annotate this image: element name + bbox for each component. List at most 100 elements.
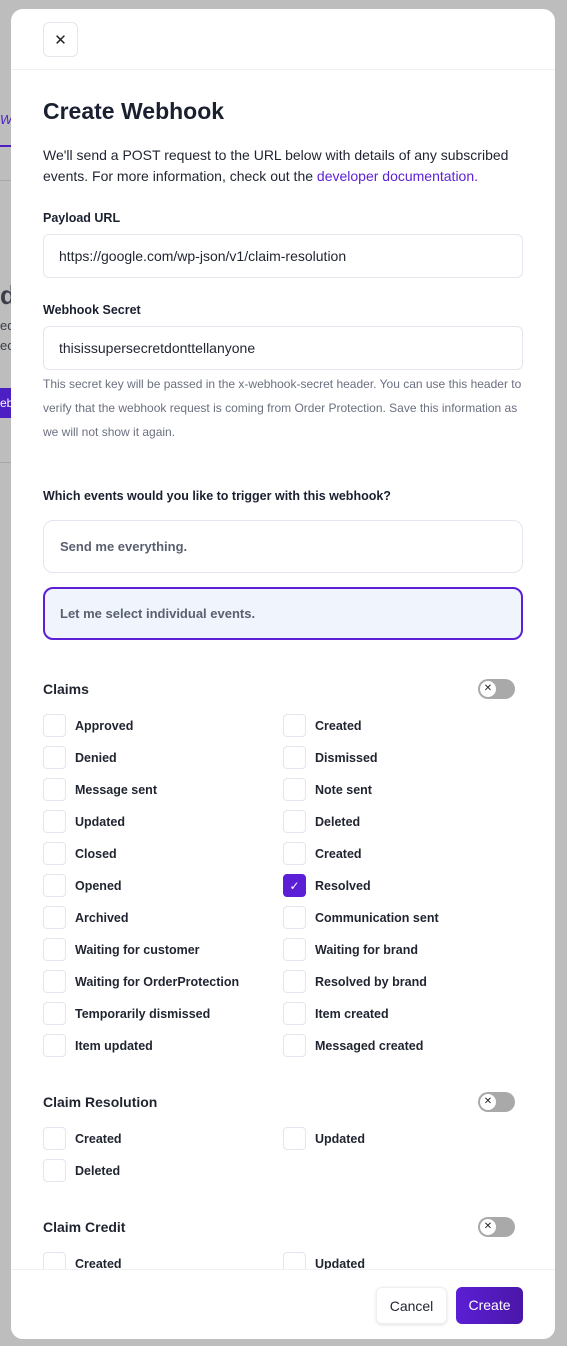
modal-footer: Cancel Create xyxy=(11,1269,555,1339)
event-checkbox-item[interactable]: Updated xyxy=(283,1252,523,1269)
event-checkbox-item[interactable]: Waiting for brand xyxy=(283,938,523,961)
checkbox-label: Item created xyxy=(315,1006,389,1021)
event-checkbox-item[interactable]: Item updated xyxy=(43,1034,283,1057)
checkbox-label: Note sent xyxy=(315,782,372,797)
checkbox-label: Created xyxy=(75,1131,122,1146)
background-button: eb xyxy=(0,388,11,418)
event-checkbox-item[interactable]: Waiting for OrderProtection xyxy=(43,970,283,993)
checkbox[interactable] xyxy=(43,746,66,769)
checkbox-label: Updated xyxy=(315,1256,365,1270)
payload-url-label: Payload URL xyxy=(43,211,121,225)
checkbox[interactable] xyxy=(43,1252,66,1269)
section-title: Claims xyxy=(43,681,89,697)
checkbox[interactable]: ✓ xyxy=(283,874,306,897)
event-checkbox-item[interactable]: Messaged created xyxy=(283,1034,523,1057)
event-checkbox-item[interactable]: Created xyxy=(283,842,523,865)
checkbox-label: Created xyxy=(315,846,362,861)
event-checkbox-item[interactable]: Opened xyxy=(43,874,283,897)
close-button[interactable]: ✕ xyxy=(43,22,78,57)
create-button[interactable]: Create xyxy=(456,1287,523,1324)
checkbox[interactable] xyxy=(43,714,66,737)
checkbox[interactable] xyxy=(43,1159,66,1182)
section-toggle[interactable]: ✕ xyxy=(478,679,515,699)
close-icon: ✕ xyxy=(54,31,67,49)
event-grid: Approved Created Denied Dismissed Message se… xyxy=(43,714,523,1057)
description: We'll send a POST request to the URL bel… xyxy=(43,147,509,184)
event-checkbox-item[interactable]: Created xyxy=(43,1127,283,1150)
section-toggle[interactable]: ✕ xyxy=(478,1092,515,1112)
checkbox[interactable] xyxy=(283,906,306,929)
checkbox[interactable] xyxy=(43,1002,66,1025)
checkbox[interactable] xyxy=(43,906,66,929)
checkbox-label: Waiting for brand xyxy=(315,942,418,957)
checkbox-label: Messaged created xyxy=(315,1038,424,1053)
section-header: Claim Credit ✕ xyxy=(43,1214,523,1240)
event-checkbox-item[interactable]: Message sent xyxy=(43,778,283,801)
checkbox-label: Updated xyxy=(315,1131,365,1146)
event-checkbox-item[interactable]: Closed xyxy=(43,842,283,865)
option-select-individual[interactable]: Let me select individual events. xyxy=(43,587,523,640)
checkbox-label: Message sent xyxy=(75,782,157,797)
checkbox[interactable] xyxy=(283,842,306,865)
checkbox-label: Temporarily dismissed xyxy=(75,1006,211,1021)
checkbox-label: Created xyxy=(75,1256,122,1270)
checkbox-label: Created xyxy=(315,718,362,733)
event-checkbox-item[interactable]: Created xyxy=(43,1252,283,1269)
event-checkbox-item[interactable]: Archived xyxy=(43,906,283,929)
checkbox-label: Denied xyxy=(75,750,117,765)
event-checkbox-item[interactable]: Dismissed xyxy=(283,746,523,769)
event-checkbox-item[interactable]: Deleted xyxy=(283,810,523,833)
event-checkbox-item[interactable]: Note sent xyxy=(283,778,523,801)
event-checkbox-item[interactable]: Denied xyxy=(43,746,283,769)
option-send-everything[interactable]: Send me everything. xyxy=(43,520,523,573)
checkbox[interactable] xyxy=(43,810,66,833)
events-question: Which events would you like to trigger w… xyxy=(43,489,391,503)
checkbox[interactable] xyxy=(43,842,66,865)
webhook-secret-label: Webhook Secret xyxy=(43,303,141,317)
developer-documentation-link[interactable]: developer documentation. xyxy=(317,168,478,184)
event-checkbox-item[interactable]: Resolved by brand xyxy=(283,970,523,993)
checkbox[interactable] xyxy=(283,1127,306,1150)
event-grid: Created Updated Deleted xyxy=(43,1127,523,1182)
event-checkbox-item[interactable]: Updated xyxy=(283,1127,523,1150)
checkbox[interactable] xyxy=(283,714,306,737)
checkbox[interactable] xyxy=(43,938,66,961)
event-checkbox-item[interactable]: ✓ Resolved xyxy=(283,874,523,897)
checkbox[interactable] xyxy=(283,1034,306,1057)
section-toggle[interactable]: ✕ xyxy=(478,1217,515,1237)
event-checkbox-item[interactable]: Approved xyxy=(43,714,283,737)
event-checkbox-item[interactable]: Updated xyxy=(43,810,283,833)
payload-url-input[interactable]: https://google.com/wp-json/v1/claim-reso… xyxy=(43,234,523,278)
modal-title: Create Webhook xyxy=(43,98,225,124)
checkbox[interactable] xyxy=(43,1127,66,1150)
event-checkbox-item[interactable]: Created xyxy=(283,714,523,737)
checkbox[interactable] xyxy=(43,874,66,897)
checkbox-label: Archived xyxy=(75,910,129,925)
checkbox[interactable] xyxy=(43,778,66,801)
checkbox[interactable] xyxy=(283,1002,306,1025)
checkbox-label: Deleted xyxy=(315,814,361,829)
event-section: Claim Credit ✕ Created Updated xyxy=(43,1214,523,1269)
checkbox[interactable] xyxy=(283,778,306,801)
event-checkbox-item[interactable]: Item created xyxy=(283,1002,523,1025)
checkbox[interactable] xyxy=(43,970,66,993)
checkbox[interactable] xyxy=(283,810,306,833)
checkbox[interactable] xyxy=(283,746,306,769)
modal-body[interactable]: Create Webhook We'll send a POST request… xyxy=(11,70,555,1269)
checkbox-label: Resolved xyxy=(315,878,371,893)
checkbox[interactable] xyxy=(43,1034,66,1057)
section-title: Claim Resolution xyxy=(43,1094,158,1110)
checkbox[interactable] xyxy=(283,970,306,993)
modal-header: ✕ xyxy=(11,9,555,70)
event-checkbox-item[interactable]: Communication sent xyxy=(283,906,523,929)
section-header: Claim Resolution ✕ xyxy=(43,1089,523,1115)
checkbox[interactable] xyxy=(283,938,306,961)
webhook-secret-input[interactable]: thisissupersecretdonttellanyone xyxy=(43,326,523,370)
event-checkbox-item[interactable]: Waiting for customer xyxy=(43,938,283,961)
create-webhook-modal: ✕ Create Webhook We'll send a POST reque… xyxy=(11,9,555,1339)
checkbox[interactable] xyxy=(283,1252,306,1269)
checkbox-label: Approved xyxy=(75,718,134,733)
event-checkbox-item[interactable]: Deleted xyxy=(43,1159,283,1182)
cancel-button[interactable]: Cancel xyxy=(376,1287,447,1324)
event-checkbox-item[interactable]: Temporarily dismissed xyxy=(43,1002,283,1025)
